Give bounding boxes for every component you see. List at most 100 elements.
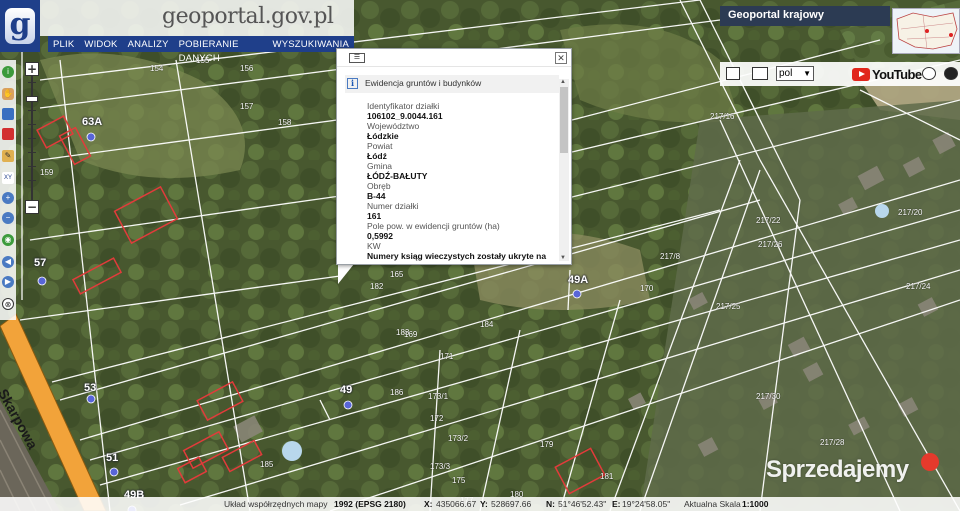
- main-menu: PLIK WIDOK ANALIZY POBIERANIE DANYCH WYS…: [48, 36, 354, 64]
- brand-title: geoportal.gov.pl: [162, 4, 334, 29]
- parcel-number-label: 154: [150, 64, 164, 73]
- field-kw: KW Numery ksiąg wieczystych zostały ukryt…: [367, 241, 547, 261]
- parcel-number-label: 217/26: [758, 240, 783, 249]
- app-header: g geoportal.gov.pl PLIK WIDOK ANALIZY PO…: [0, 0, 354, 64]
- building-number-label: 51: [106, 452, 119, 464]
- menu-item-plik[interactable]: PLIK: [48, 36, 79, 52]
- field-gmina: Gmina ŁÓDŹ-BAŁUTY: [367, 161, 428, 181]
- info-icon[interactable]: i: [2, 66, 14, 78]
- parcel-number-label: 185: [260, 460, 274, 469]
- field-pole-pow: Pole pow. w ewidencji gruntów (ha) 0,5992: [367, 221, 500, 241]
- parcel-number-label: 217/24: [906, 282, 931, 291]
- parcel-info-popup: ☰ ✕ i Ewidencja gruntów i budynków Ident…: [336, 48, 572, 265]
- brand-strip: geoportal.gov.pl: [40, 0, 354, 36]
- zoom-out-button[interactable]: −: [25, 200, 39, 214]
- y-coordinate: 528697.66: [491, 499, 532, 509]
- menu-item-widok[interactable]: WIDOK: [79, 36, 122, 52]
- parcel-number-label: 157: [240, 102, 254, 111]
- parcel-number-label: 156: [240, 64, 254, 73]
- parcel-number-label: 217/28: [820, 438, 845, 447]
- parcel-number-label: 181: [600, 472, 614, 481]
- clear-icon[interactable]: ⊗: [2, 298, 14, 310]
- parcel-number-label: 217/30: [756, 392, 781, 401]
- settings-wheel-icon[interactable]: [922, 67, 936, 80]
- parcel-number-label: 170: [640, 284, 654, 293]
- geoportal-krajowy-button[interactable]: Geoportal krajowy: [720, 6, 890, 26]
- field-numer-dzialki: Numer działki 161: [367, 201, 419, 221]
- menu-item-pobieranie[interactable]: POBIERANIE DANYCH: [174, 36, 268, 64]
- scroll-thumb[interactable]: [560, 87, 568, 153]
- parcel-number-label: 165: [390, 270, 404, 279]
- building-number-label: 53: [84, 382, 97, 394]
- chevron-down-icon: ▼: [803, 69, 811, 78]
- parcel-number-label: 173/2: [448, 434, 469, 443]
- menu-dots-icon[interactable]: [944, 67, 958, 80]
- language-select[interactable]: pol ▼: [776, 66, 814, 81]
- parcel-number-label: 173/1: [428, 392, 449, 401]
- status-bar: Układ współrzędnych mapy 1992 (EPSG 2180…: [0, 497, 960, 511]
- back-arrow-icon[interactable]: ◀: [2, 256, 14, 268]
- parcel-number-label: 159: [40, 168, 54, 177]
- building-number-label: 49: [340, 384, 353, 396]
- parcel-number-label: 173/3: [430, 462, 451, 471]
- left-toolbar: i ✋ ✎ XY + − ◉ ◀ ▶ ⊗: [0, 60, 16, 320]
- popup-pointer: [338, 264, 354, 284]
- zoom-in-button[interactable]: +: [25, 62, 39, 76]
- zoom-slider[interactable]: + −: [24, 60, 40, 216]
- scroll-up-icon[interactable]: ▲: [560, 79, 566, 85]
- info-icon: i: [347, 78, 358, 89]
- globe-icon[interactable]: ◉: [2, 234, 14, 246]
- parcel-number-label: 217/22: [756, 216, 781, 225]
- parcel-number-label: 217/8: [660, 252, 681, 261]
- parcel-number-label: 217/25: [716, 302, 741, 311]
- right-toolbar: [720, 62, 960, 86]
- field-powiat: Powiat Łódź: [367, 141, 393, 161]
- scale-value: 1:1000: [742, 499, 769, 509]
- parcel-number-label: 171: [440, 352, 454, 361]
- coord-system-value: 1992 (EPSG 2180): [334, 499, 406, 509]
- popup-header: ☰ ✕: [337, 49, 571, 67]
- field-wojewodztwo: Województwo Łódzkie: [367, 121, 420, 141]
- youtube-link[interactable]: YouTube: [852, 66, 922, 82]
- select-rectangle-icon[interactable]: [2, 128, 14, 140]
- parcel-number-label: 172: [430, 414, 444, 423]
- coord-system-label: Układ współrzędnych mapy: [224, 499, 328, 509]
- list-icon[interactable]: ☰: [349, 53, 365, 63]
- parcel-number-label: 183: [396, 328, 410, 337]
- field-identyfikator: Identyfikator działki 106102_9.0044.161: [367, 101, 443, 121]
- pencil-icon[interactable]: ✎: [2, 150, 14, 162]
- sprzedajemy-watermark: Sprzedajemy: [766, 456, 909, 483]
- zoom-in-icon[interactable]: +: [2, 192, 14, 204]
- popup-scrollbar[interactable]: ▲ ▼: [559, 79, 569, 261]
- parcel-number-label: 175: [452, 476, 466, 485]
- scroll-down-icon[interactable]: ▼: [560, 255, 566, 261]
- parcel-number-label: 217/20: [898, 208, 923, 217]
- geoportal-logo[interactable]: g: [0, 0, 40, 52]
- select-window-icon[interactable]: [2, 108, 14, 120]
- field-obreb: Obręb B-44: [367, 181, 391, 201]
- parcel-number-label: 158: [278, 118, 292, 127]
- document-icon[interactable]: [726, 67, 740, 80]
- n-coordinate: 51°46'52.43": [558, 499, 607, 509]
- parcel-number-label: 182: [370, 282, 384, 291]
- parcel-number-label: 179: [540, 440, 554, 449]
- wms-icon[interactable]: [752, 67, 768, 80]
- parcel-number-label: 217/16: [710, 112, 735, 121]
- popup-section-title: Ewidencja gruntów i budynków: [365, 78, 482, 88]
- zoom-out-icon[interactable]: −: [2, 212, 14, 224]
- parcel-number-label: 186: [390, 388, 404, 397]
- building-number-label: 57: [34, 257, 47, 269]
- forward-arrow-icon[interactable]: ▶: [2, 276, 14, 288]
- building-number-label: 49A: [568, 274, 589, 286]
- menu-item-analizy[interactable]: ANALIZY: [123, 36, 174, 52]
- building-number-label: 63A: [82, 116, 103, 128]
- popup-section-header[interactable]: i Ewidencja gruntów i budynków: [345, 75, 559, 93]
- scale-label: Aktualna Skala: [684, 499, 741, 509]
- parcel-attributes: Identyfikator działki 106102_9.0044.161 W…: [367, 101, 563, 261]
- close-icon[interactable]: ✕: [555, 52, 567, 64]
- zoom-slider-thumb[interactable]: [26, 96, 38, 102]
- e-coordinate: 19°24'58.05": [622, 499, 671, 509]
- xy-coordinates-icon[interactable]: XY: [2, 172, 14, 184]
- overview-minimap[interactable]: [892, 8, 960, 54]
- pan-hand-icon[interactable]: ✋: [2, 88, 14, 100]
